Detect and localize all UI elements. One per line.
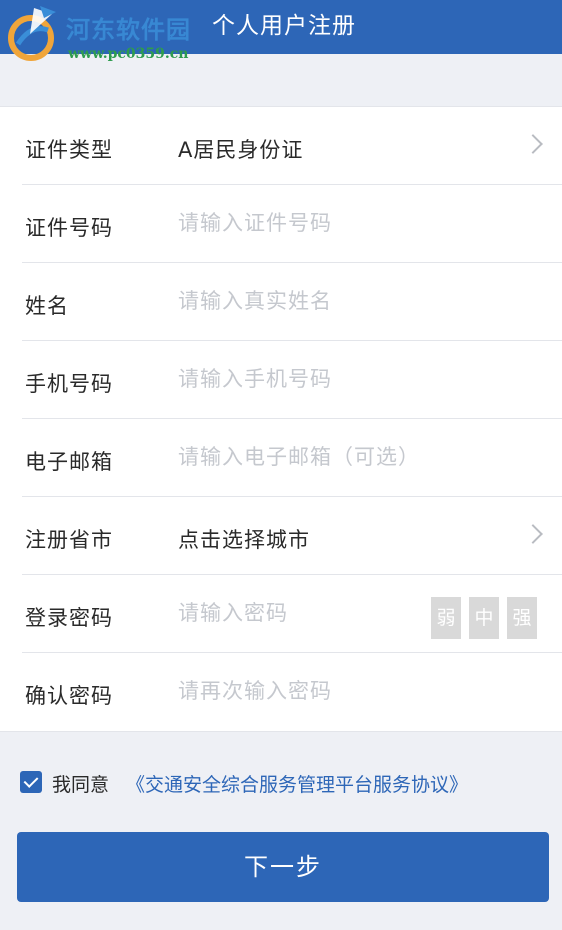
watermark-logo-icon — [8, 6, 56, 61]
name-label: 姓名 — [25, 294, 69, 318]
name-row: 姓名 — [0, 263, 562, 341]
phone-input[interactable] — [176, 361, 420, 397]
id-number-label: 证件号码 — [25, 216, 113, 240]
strength-strong: 强 — [507, 597, 537, 639]
password-label: 登录密码 — [25, 606, 113, 630]
email-input[interactable] — [176, 439, 480, 475]
watermark-url: www.pc0359.cn — [68, 46, 189, 62]
region-row[interactable]: 注册省市 点击选择城市 — [0, 497, 562, 575]
watermark-site-name: 河东软件园 — [66, 15, 191, 44]
confirm-password-row: 确认密码 — [0, 653, 562, 731]
strength-weak: 弱 — [431, 597, 461, 639]
watermark: 河东软件园 www.pc0359.cn — [0, 0, 230, 70]
agreement-link[interactable]: 《交通安全综合服务管理平台服务协议》 — [126, 770, 468, 797]
agree-checkbox[interactable] — [20, 771, 42, 793]
id-number-row: 证件号码 — [0, 185, 562, 263]
chevron-right-icon — [523, 134, 543, 154]
id-type-label: 证件类型 — [25, 138, 113, 162]
id-type-value: A居民身份证 — [178, 138, 304, 162]
agreement: 我同意 《交通安全综合服务管理平台服务协议》 — [20, 770, 560, 796]
password-row: 登录密码 弱 中 强 — [0, 575, 562, 653]
region-label: 注册省市 — [25, 528, 113, 552]
confirm-password-label: 确认密码 — [25, 684, 113, 708]
strength-medium: 中 — [469, 597, 499, 639]
registration-form: 证件类型 A居民身份证 证件号码 姓名 手机号码 电子邮箱 注册省市 点击选择城… — [0, 106, 562, 732]
email-row: 电子邮箱 — [0, 419, 562, 497]
id-number-input[interactable] — [176, 205, 420, 241]
confirm-password-input[interactable] — [176, 673, 420, 709]
next-button[interactable]: 下一步 — [17, 832, 549, 902]
name-input[interactable] — [176, 283, 420, 319]
password-input[interactable] — [176, 595, 410, 631]
phone-label: 手机号码 — [25, 372, 113, 396]
agree-text: 我同意 — [52, 774, 110, 796]
phone-row: 手机号码 — [0, 341, 562, 419]
email-label: 电子邮箱 — [25, 450, 113, 474]
id-type-row[interactable]: 证件类型 A居民身份证 — [0, 107, 562, 185]
chevron-right-icon — [523, 524, 543, 544]
region-value: 点击选择城市 — [178, 528, 310, 552]
